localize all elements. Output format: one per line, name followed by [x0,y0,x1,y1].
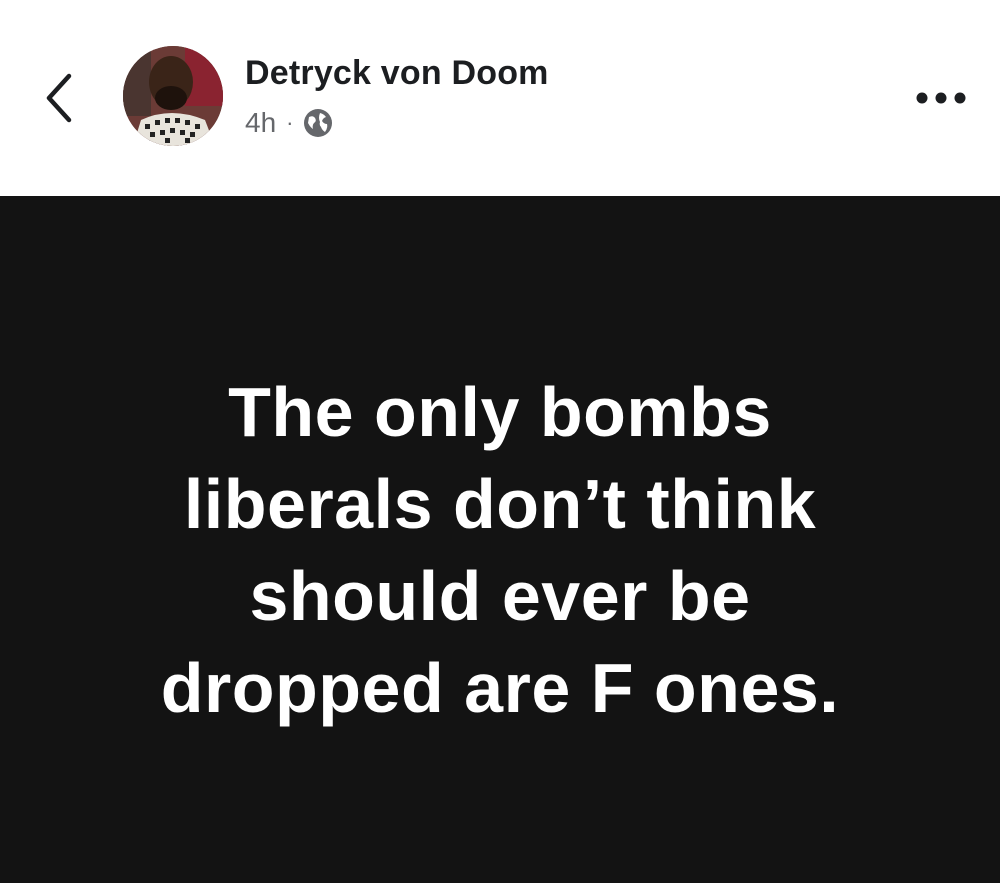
globe-icon[interactable] [303,108,333,138]
post-meta: 4h · [245,104,333,142]
post-text-card: The only bombs liberals don’t think shou… [0,196,1000,883]
chevron-left-icon [46,73,72,123]
timestamp[interactable]: 4h [245,107,276,139]
back-button[interactable] [36,68,84,128]
more-options-button[interactable] [906,78,976,118]
avatar[interactable] [123,46,223,146]
author-name[interactable]: Detryck von Doom [245,54,549,93]
more-options-icon [916,92,966,104]
separator-dot: · [286,110,294,135]
post-header: Detryck von Doom 4h · [0,0,1000,196]
post-text: The only bombs liberals don’t think shou… [160,373,840,727]
avatar-photo [123,46,223,146]
